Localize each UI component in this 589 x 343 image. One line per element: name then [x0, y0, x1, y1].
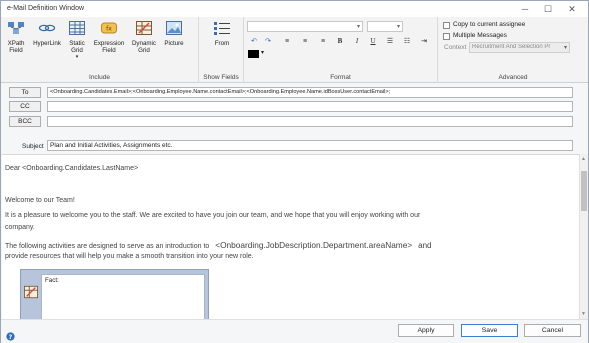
chevron-down-icon[interactable]: ▾: [261, 49, 264, 56]
context-dropdown[interactable]: Recruitment And Selection Pr ▾: [469, 42, 570, 53]
svg-text:?: ?: [9, 334, 13, 341]
hyperlink-icon: [38, 24, 56, 32]
include-group-label: Include: [89, 74, 110, 81]
paragraph-2-before: The following activities are designed to…: [5, 243, 210, 250]
from-button[interactable]: From: [208, 20, 236, 47]
greeting-text: Dear <Onboarding.Candidates.LastName>: [5, 165, 139, 172]
italic-button[interactable]: I: [351, 36, 363, 47]
paragraph-2-intro: The following activities are designed to…: [5, 240, 432, 250]
show-fields-group: From Show Fields: [199, 17, 244, 83]
dynamic-grid-button[interactable]: Dynamic Grid: [129, 20, 159, 54]
static-grid-button[interactable]: Static Grid ▾: [64, 20, 90, 61]
expression-field-icon: fx: [101, 22, 117, 34]
font-color-swatch[interactable]: [248, 50, 259, 58]
editor-scrollbar[interactable]: ▲ ▼: [579, 154, 588, 319]
static-grid-label-2: Grid: [71, 47, 83, 54]
message-body-editor[interactable]: Dear <Onboarding.Candidates.LastName> We…: [2, 154, 579, 319]
multiple-messages-label: Multiple Messages: [453, 32, 507, 39]
welcome-text: Welcome to our Team!: [5, 197, 75, 204]
static-grid-label-1: Static: [69, 40, 85, 47]
advanced-group: Copy to current assignee Multiple Messag…: [438, 17, 588, 83]
copy-to-assignee-label: Copy to current assignee: [453, 21, 526, 28]
chevron-down-icon: ▾: [396, 24, 400, 30]
grid-fact-cell[interactable]: Fact:: [41, 274, 205, 319]
cc-field[interactable]: [47, 101, 573, 112]
chevron-down-icon: ▾: [563, 45, 567, 51]
scroll-up-icon[interactable]: ▲: [581, 156, 586, 162]
from-label: From: [214, 40, 230, 47]
multiple-messages-checkbox[interactable]: [443, 33, 450, 40]
bcc-button[interactable]: BCC: [9, 116, 41, 127]
context-label: Context: [444, 44, 467, 51]
paragraph-2-line-2: provide resources that will help you mak…: [5, 253, 254, 260]
save-button[interactable]: Save: [461, 324, 518, 337]
email-definition-window: e-Mail Definition Window ─ ☐ ✕ XPath Fie…: [0, 0, 589, 343]
subject-label: Subject: [22, 143, 44, 150]
close-button[interactable]: ✕: [561, 3, 583, 15]
chevron-down-icon: ▾: [75, 54, 79, 60]
hyperlink-label: HyperLink: [33, 40, 61, 47]
title-bar: e-Mail Definition Window ─ ☐ ✕: [1, 1, 588, 17]
copy-to-assignee-checkbox[interactable]: [443, 22, 450, 29]
grid-fact-label: Fact:: [45, 277, 59, 284]
maximize-button[interactable]: ☐: [537, 3, 559, 15]
picture-icon: [166, 21, 182, 35]
xpath-field-label-1: XPath: [7, 40, 25, 47]
picture-label: Picture: [164, 40, 184, 47]
bold-button[interactable]: B: [334, 36, 346, 47]
dynamic-grid-icon: [24, 285, 38, 299]
xpath-field-button[interactable]: XPath Field: [4, 20, 28, 54]
dynamic-grid-icon: [136, 21, 152, 35]
dynamic-grid-label-1: Dynamic: [131, 40, 157, 47]
scrollbar-thumb[interactable]: [581, 171, 587, 211]
hyperlink-button[interactable]: HyperLink: [31, 20, 63, 47]
window-title: e-Mail Definition Window: [7, 5, 85, 12]
align-left-icon[interactable]: ≡: [281, 36, 293, 47]
expression-field-button[interactable]: fx Expression Field: [92, 20, 126, 54]
scroll-down-icon[interactable]: ▼: [581, 311, 586, 317]
dynamic-grid-label-2: Grid: [138, 47, 150, 54]
expression-field-label-1: Expression: [93, 40, 125, 47]
bullet-list-icon[interactable]: ☰: [384, 36, 396, 47]
chevron-down-icon: ▾: [356, 24, 360, 30]
advanced-group-label: Advanced: [498, 74, 528, 81]
show-fields-group-label: Show Fields: [203, 74, 239, 81]
context-dropdown-value: Recruitment And Selection Pr: [472, 44, 551, 50]
footer-bar: ? Apply Save Cancel: [1, 319, 588, 343]
underline-button[interactable]: U: [367, 36, 379, 47]
xpath-field-icon: [8, 22, 24, 34]
indent-icon[interactable]: ⇥: [418, 36, 430, 47]
cc-button[interactable]: CC: [9, 101, 41, 112]
expression-field-label-2: Field: [102, 47, 116, 54]
numbered-list-icon[interactable]: ☷: [401, 36, 413, 47]
department-field-token[interactable]: <Onboarding.JobDescription.Department.ar…: [215, 240, 412, 250]
align-center-icon[interactable]: ≡: [299, 36, 311, 47]
to-field[interactable]: <Onboarding.Candidates.Email>;<Onboardin…: [47, 87, 573, 98]
apply-button[interactable]: Apply: [398, 324, 454, 337]
cancel-button[interactable]: Cancel: [524, 324, 581, 337]
xpath-field-label-2: Field: [9, 47, 23, 54]
undo-icon[interactable]: ↶: [248, 36, 260, 47]
format-group: ▾ ▾ ↶ ↷ ≡ ≡ ≡ B I U ☰ ☷ ⇥ ▾ Format: [244, 17, 438, 83]
bcc-field[interactable]: [47, 116, 573, 127]
subject-field[interactable]: Plan and Initial Activities, Assignments…: [47, 140, 573, 151]
dynamic-grid-block[interactable]: Fact:: [20, 269, 209, 319]
picture-button[interactable]: Picture: [161, 20, 187, 47]
static-grid-icon: [69, 21, 85, 35]
help-icon[interactable]: ?: [6, 332, 15, 341]
paragraph-2-after: and: [418, 241, 432, 250]
font-family-dropdown[interactable]: ▾: [247, 21, 363, 32]
from-icon: [214, 22, 230, 35]
include-group: XPath Field HyperLink Static Grid ▾ fx E…: [1, 17, 199, 83]
svg-text:fx: fx: [106, 26, 112, 33]
format-group-label: Format: [330, 74, 351, 81]
minimize-button[interactable]: ─: [514, 3, 536, 15]
align-right-icon[interactable]: ≡: [317, 36, 329, 47]
paragraph-1-line-1: It is a pleasure to welcome you to the s…: [5, 212, 421, 219]
redo-icon[interactable]: ↷: [262, 36, 274, 47]
ribbon: XPath Field HyperLink Static Grid ▾ fx E…: [1, 17, 588, 83]
paragraph-1-line-2: company.: [5, 224, 35, 231]
to-button[interactable]: To: [9, 87, 41, 98]
font-size-dropdown[interactable]: ▾: [367, 21, 403, 32]
